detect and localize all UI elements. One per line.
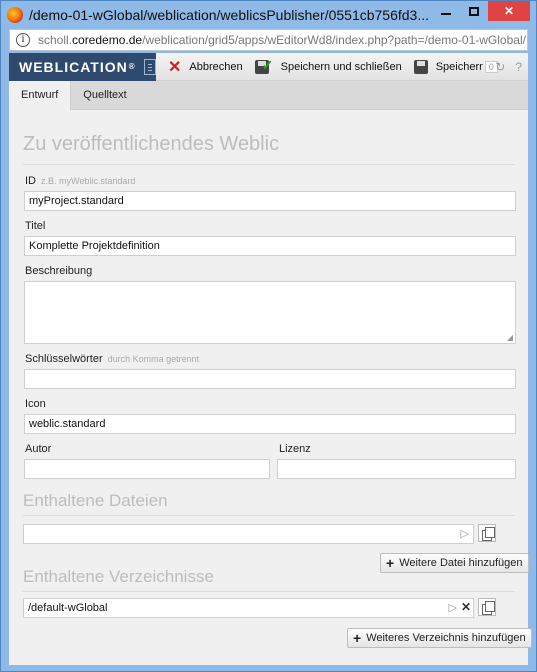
refresh-icon[interactable]: ↻ [495,60,505,74]
title-bar: /demo-01-wGlobal/weblication/weblicsPubl… [1,1,536,29]
cancel-label: Abbrechen [189,60,243,73]
window-controls: ✕ [432,1,530,21]
file-path-field[interactable] [23,524,474,544]
author-label: Autor [25,443,52,455]
cancel-button[interactable]: ✕ Abbrechen [168,57,243,77]
save-icon [413,59,428,74]
info-icon[interactable]: i [16,33,30,47]
url-path: /weblication/grid5/apps/wEditorWd8/index… [142,33,526,47]
add-file-label: Weitere Datei hinzufügen [399,557,523,569]
tab-source[interactable]: Quelltext [71,81,138,110]
file-row: ▷ [23,524,497,544]
divider [23,591,515,592]
form-heading: Zu veröffentlichendes Weblic [23,133,280,155]
title-label: Titel [25,220,46,232]
description-label: Beschreibung [25,265,93,277]
license-label: Lizenz [279,443,311,455]
divider [23,164,515,165]
icon-field[interactable]: weblic.standard [24,414,516,434]
copy-icon[interactable] [478,598,496,616]
brand-mark: ® [128,62,136,71]
dir-path-field[interactable]: /default-wGlobal [23,598,474,618]
resize-handle-icon[interactable]: ◢ [507,333,513,342]
minimize-icon [441,13,451,15]
select-dir-icon[interactable]: ▷ [449,601,457,614]
id-hint: z.B. myWeblic.standard [41,176,136,186]
id-field[interactable]: myProject.standard [24,191,516,211]
save-and-close-button[interactable]: ✓ Speichern und schließen [254,57,402,74]
cancel-icon: ✕ [168,58,182,76]
url-prefix: scholl. [38,33,73,47]
save-and-close-label: Speichern und schließen [280,60,402,73]
firefox-icon [7,7,23,23]
id-label: ID z.B. myWeblic.standard [25,175,136,187]
maximize-button[interactable] [460,1,488,21]
tab-bar: Entwurf Quelltext [9,81,528,110]
window-title: /demo-01-wGlobal/weblication/weblicsPubl… [29,7,430,23]
dir-row: /default-wGlobal ▷ ✕ [23,598,497,618]
add-file-button[interactable]: + Weitere Datei hinzufügen [380,553,529,573]
keywords-hint: durch Komma getrennt [107,354,200,364]
toolbar: WEBLICATION ® ✕ Abbrechen ✓ Speichern und… [9,52,528,81]
menu-icon[interactable] [143,58,156,75]
copy-icon[interactable] [478,524,496,542]
add-directory-label: Weiteres Verzeichnis hinzufügen [366,632,526,644]
plus-icon: + [386,555,395,571]
maximize-icon [469,6,479,16]
close-window-button[interactable]: ✕ [488,1,530,21]
save-check-icon: ✓ [254,57,273,74]
icon-label: Icon [25,398,46,410]
add-directory-button[interactable]: + Weiteres Verzeichnis hinzufügen [347,628,532,648]
description-textarea[interactable]: ◢ [24,281,516,344]
files-heading: Enthaltene Dateien [23,491,168,510]
tab-draft[interactable]: Entwurf [9,81,72,110]
minimize-button[interactable] [432,1,460,21]
remove-dir-icon[interactable]: ✕ [461,600,471,614]
url-text[interactable]: scholl.coredemo.de/weblication/grid5/app… [38,33,526,47]
help-icon[interactable]: ? [515,60,522,74]
toolbar-right: ↻ ? [485,53,522,81]
brand-logo: WEBLICATION ® [9,52,156,81]
keywords-field[interactable] [24,369,516,389]
license-field[interactable] [277,459,516,479]
author-field[interactable] [24,459,270,479]
address-bar[interactable]: i scholl.coredemo.de/weblication/grid5/a… [9,29,528,51]
url-host: coredemo.de [72,33,143,47]
keywords-label: Schlüsselwörter durch Komma getrennt [25,353,200,365]
title-field[interactable]: Komplette Projektdefinition [24,236,516,256]
divider [23,515,515,516]
close-icon: ✕ [503,4,515,18]
select-file-icon[interactable]: ▷ [461,527,469,540]
editor-app: WEBLICATION ® ✕ Abbrechen ✓ Speichern und… [9,52,532,665]
weblic-form: Zu veröffentlichendes Weblic ID z.B. myWe… [9,110,532,665]
dirs-heading: Enthaltene Verzeichnisse [23,567,214,586]
save-label: Speicherr [435,60,483,73]
plus-icon: + [353,630,362,646]
browser-window: /demo-01-wGlobal/weblication/weblicsPubl… [0,0,537,672]
brand-name: WEBLICATION [19,58,128,75]
